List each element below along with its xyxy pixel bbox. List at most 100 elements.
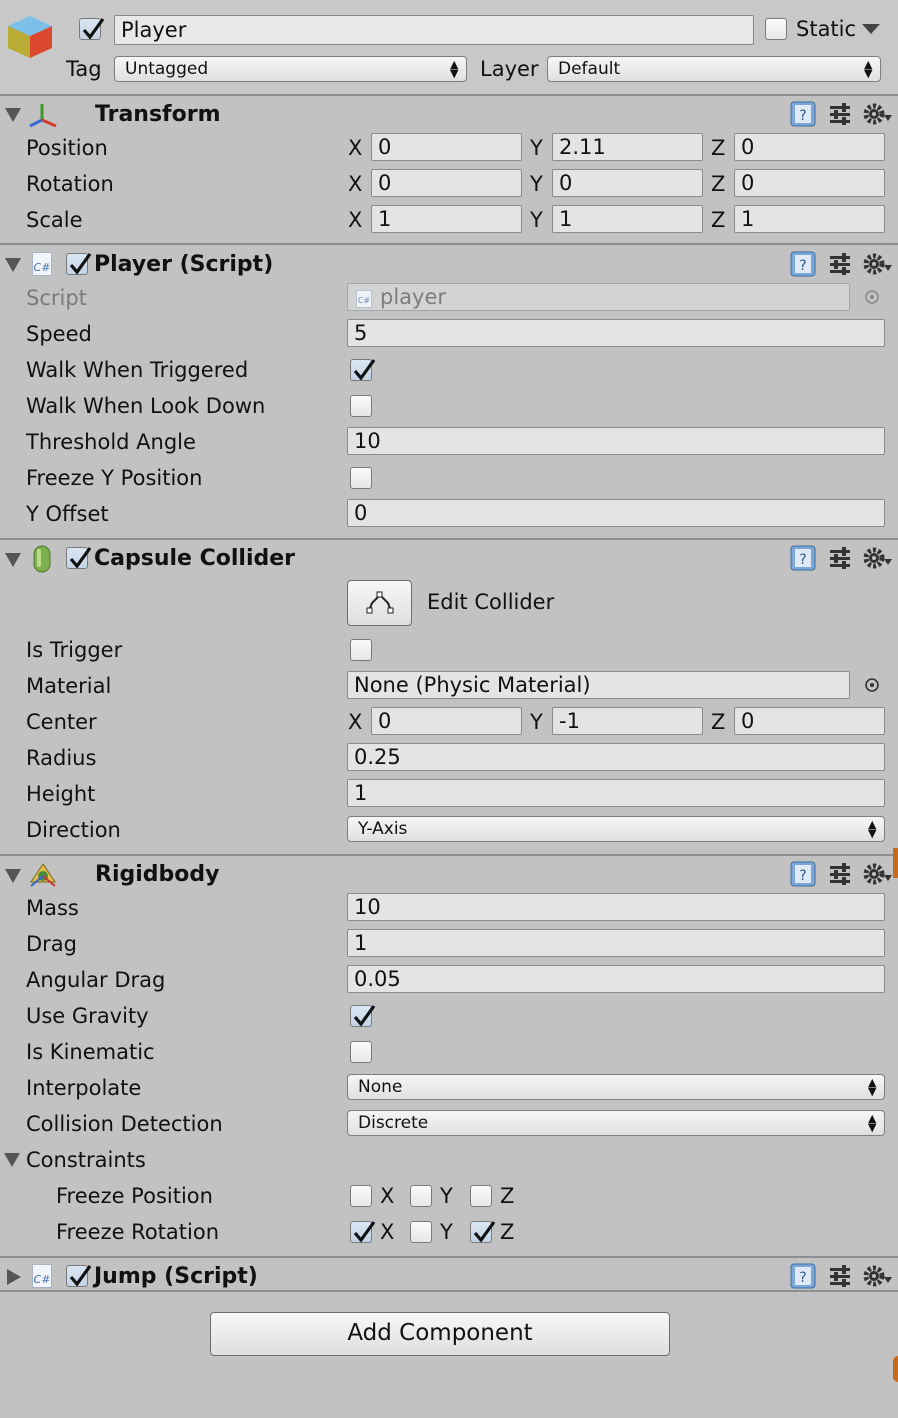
game-object-cube-icon xyxy=(8,16,52,58)
rigidbody-header-icons: ? xyxy=(788,860,894,888)
scale-z-field[interactable]: 1 xyxy=(734,205,885,233)
freeze-y-position-checkbox[interactable] xyxy=(350,467,372,489)
scale-x-axis: X xyxy=(348,208,363,232)
static-checkbox[interactable] xyxy=(765,18,787,40)
help-book-icon[interactable]: ? xyxy=(790,251,816,277)
static-label: Static xyxy=(796,17,857,41)
foldout-transform[interactable] xyxy=(5,108,21,122)
drag-field[interactable]: 1 xyxy=(347,929,885,957)
interpolate-dropdown[interactable]: None ▲ ▼ xyxy=(347,1074,885,1100)
use-gravity-checkbox[interactable] xyxy=(350,1005,376,1027)
csharp-script-icon: C# xyxy=(32,1264,52,1288)
tag-dropdown[interactable]: Untagged ▲ ▼ xyxy=(114,56,467,82)
collision-detection-dropdown[interactable]: Discrete ▲ ▼ xyxy=(347,1110,885,1136)
walk-when-look-down-checkbox[interactable] xyxy=(350,395,372,417)
is-trigger-checkbox[interactable] xyxy=(350,639,372,661)
layer-dropdown[interactable]: Default ▲ ▼ xyxy=(547,56,881,82)
freeze-position-y-checkbox[interactable] xyxy=(410,1185,432,1207)
separator xyxy=(0,1290,898,1292)
center-y-field[interactable]: -1 xyxy=(552,707,703,735)
freeze-position-x-checkbox[interactable] xyxy=(350,1185,372,1207)
foldout-player-script[interactable] xyxy=(5,258,21,272)
scale-x-field[interactable]: 1 xyxy=(371,205,522,233)
freeze-rotation-x-label: X xyxy=(380,1220,395,1244)
material-field[interactable]: None (Physic Material) xyxy=(347,671,850,699)
gear-icon[interactable] xyxy=(862,861,894,887)
object-picker-icon[interactable] xyxy=(864,677,880,693)
rotation-z-axis: Z xyxy=(711,172,726,196)
angular-drag-label: Angular Drag xyxy=(26,968,166,992)
radius-field[interactable]: 0.25 xyxy=(347,743,885,771)
walk-when-triggered-checkbox[interactable] xyxy=(350,359,376,381)
threshold-angle-field[interactable]: 10 xyxy=(347,427,885,455)
freeze-position-z-checkbox[interactable] xyxy=(470,1185,492,1207)
player-script-header-icons: ? xyxy=(788,250,894,278)
position-y-axis: Y xyxy=(530,136,543,160)
speed-field[interactable]: 5 xyxy=(347,319,885,347)
updown-arrow-icon: ▲ ▼ xyxy=(868,1076,877,1098)
freeze-rotation-x-checkbox[interactable] xyxy=(350,1221,376,1243)
position-label: Position xyxy=(26,136,108,160)
player-script-enabled-checkbox[interactable] xyxy=(66,253,92,275)
active-checkbox[interactable] xyxy=(79,18,105,40)
freeze-rotation-z-checkbox[interactable] xyxy=(470,1221,496,1243)
rotation-y-field[interactable]: 0 xyxy=(552,169,703,197)
capsule-collider-enabled-checkbox[interactable] xyxy=(66,547,92,569)
freeze-rotation-y-checkbox[interactable] xyxy=(410,1221,432,1243)
position-x-field[interactable]: 0 xyxy=(371,133,522,161)
help-book-icon[interactable]: ? xyxy=(790,1263,816,1289)
jump-script-enabled-checkbox[interactable] xyxy=(66,1265,92,1287)
y-offset-label: Y Offset xyxy=(26,502,109,526)
svg-text:?: ? xyxy=(799,552,806,568)
add-component-button[interactable]: Add Component xyxy=(210,1312,670,1356)
gear-icon[interactable] xyxy=(862,545,894,571)
position-y-field[interactable]: 2.11 xyxy=(552,133,703,161)
rotation-x-field[interactable]: 0 xyxy=(371,169,522,197)
gear-icon[interactable] xyxy=(862,1263,894,1289)
checkmark-icon xyxy=(82,18,105,40)
freeze-position-z-label: Z xyxy=(500,1184,515,1208)
scale-label: Scale xyxy=(26,208,83,232)
edit-collider-button[interactable] xyxy=(347,580,412,626)
edit-collider-label: Edit Collider xyxy=(427,590,555,614)
center-z-axis: Z xyxy=(711,710,726,734)
preset-sliders-icon[interactable] xyxy=(828,547,852,569)
height-field[interactable]: 1 xyxy=(347,779,885,807)
preset-sliders-icon[interactable] xyxy=(828,863,852,885)
updown-arrow-icon: ▲ ▼ xyxy=(868,1112,877,1134)
center-x-field[interactable]: 0 xyxy=(371,707,522,735)
y-offset-field[interactable]: 0 xyxy=(347,499,885,527)
help-book-icon[interactable]: ? xyxy=(790,545,816,571)
foldout-constraints[interactable] xyxy=(4,1153,20,1167)
scale-y-field[interactable]: 1 xyxy=(552,205,703,233)
foldout-rigidbody[interactable] xyxy=(5,869,21,883)
preset-sliders-icon[interactable] xyxy=(828,253,852,275)
object-name-input[interactable] xyxy=(114,15,754,45)
jump-script-header-icons: ? xyxy=(788,1262,894,1290)
foldout-jump-script[interactable] xyxy=(7,1269,21,1285)
constraints-label: Constraints xyxy=(26,1148,146,1172)
static-dropdown-arrow-icon[interactable] xyxy=(862,24,880,36)
help-book-icon[interactable]: ? xyxy=(790,101,816,127)
position-z-field[interactable]: 0 xyxy=(734,133,885,161)
rotation-z-field[interactable]: 0 xyxy=(734,169,885,197)
capsule-collider-header-icons: ? xyxy=(788,544,894,572)
script-field: C# player xyxy=(347,283,850,311)
freeze-rotation-z-label: Z xyxy=(500,1220,515,1244)
preset-sliders-icon[interactable] xyxy=(828,103,852,125)
direction-value: Y-Axis xyxy=(358,819,408,839)
rotation-x-axis: X xyxy=(348,172,363,196)
gear-icon[interactable] xyxy=(862,251,894,277)
angular-drag-field[interactable]: 0.05 xyxy=(347,965,885,993)
is-kinematic-checkbox[interactable] xyxy=(350,1041,372,1063)
preset-sliders-icon[interactable] xyxy=(828,1265,852,1287)
mass-field[interactable]: 10 xyxy=(347,893,885,921)
checkmark-icon xyxy=(473,1221,496,1243)
tag-label: Tag xyxy=(66,57,102,81)
object-picker-icon[interactable] xyxy=(864,289,880,305)
help-book-icon[interactable]: ? xyxy=(790,861,816,887)
gear-icon[interactable] xyxy=(862,101,894,127)
direction-dropdown[interactable]: Y-Axis ▲ ▼ xyxy=(347,816,885,842)
center-z-field[interactable]: 0 xyxy=(734,707,885,735)
foldout-capsule-collider[interactable] xyxy=(5,553,21,567)
